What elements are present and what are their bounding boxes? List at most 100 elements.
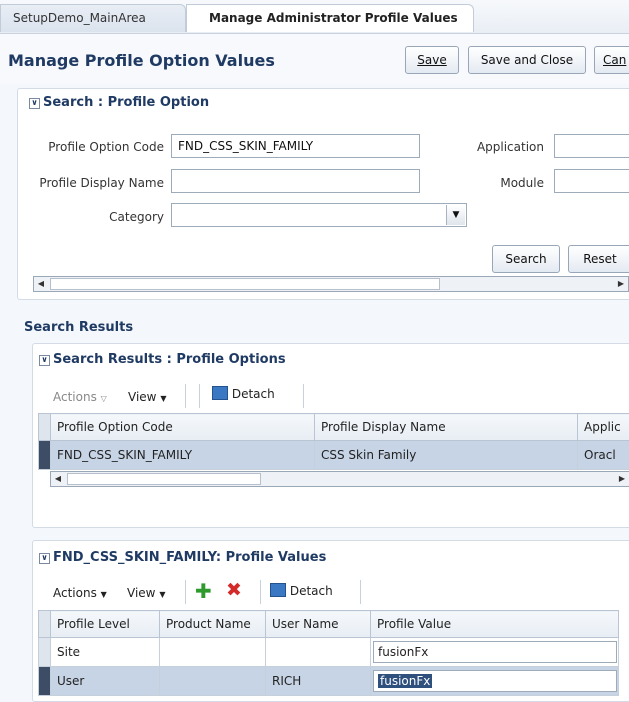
chevron-down-icon: ▼: [101, 590, 107, 599]
table-cell: CSS Skin Family: [315, 441, 578, 470]
detach-label: Detach: [232, 387, 275, 401]
application-input[interactable]: [554, 134, 629, 158]
column-header[interactable]: Profile Display Name: [315, 414, 578, 441]
column-header[interactable]: Profile Level: [51, 611, 160, 638]
table-header-row: Profile Option Code Profile Display Name…: [39, 414, 629, 441]
add-icon[interactable]: ✚: [195, 581, 212, 601]
row-marker: [39, 441, 51, 470]
scroll-left-icon[interactable]: ◀: [34, 277, 48, 291]
collapse-icon[interactable]: ∨: [39, 355, 50, 366]
column-header[interactable]: Product Name: [160, 611, 266, 638]
actions-menu[interactable]: Actions ▼: [53, 586, 107, 600]
profile-option-code-input[interactable]: FND_CSS_SKIN_FAMILY: [171, 134, 420, 158]
row-marker-header: [39, 611, 51, 638]
column-header[interactable]: Profile Option Code: [51, 414, 315, 441]
cancel-button[interactable]: Can: [594, 46, 629, 74]
profile-option-code-label: Profile Option Code: [20, 140, 164, 154]
view-menu[interactable]: View ▼: [128, 390, 166, 404]
toolbar-divider: [185, 580, 186, 604]
scrollbar-thumb[interactable]: [50, 278, 440, 290]
save-and-close-button[interactable]: Save and Close: [468, 46, 586, 74]
table-row[interactable]: FND_CSS_SKIN_FAMILY CSS Skin Family Orac…: [39, 441, 629, 470]
view-label: View: [128, 390, 156, 404]
search-results-panel-title-text: Search Results : Profile Options: [53, 352, 286, 367]
row-marker: [39, 667, 51, 696]
detach-icon: [212, 386, 228, 400]
chevron-down-icon: ▼: [160, 394, 166, 403]
table-cell: RICH: [266, 667, 371, 696]
profile-values-panel-title[interactable]: ∨FND_CSS_SKIN_FAMILY: Profile Values: [39, 550, 326, 565]
column-header[interactable]: Applic: [578, 414, 629, 441]
actions-label: Actions: [53, 586, 97, 600]
row-marker-header: [39, 414, 51, 441]
profile-options-table: Profile Option Code Profile Display Name…: [38, 413, 629, 470]
search-button[interactable]: Search: [492, 245, 560, 273]
collapse-icon[interactable]: ∨: [29, 98, 40, 109]
toolbar-divider: [199, 384, 200, 408]
dropdown-arrow-icon[interactable]: ▼: [446, 205, 465, 225]
table-row[interactable]: Site fusionFx: [39, 638, 619, 667]
table-cell: fusionFx: [371, 667, 619, 696]
profile-value-input[interactable]: fusionFx: [373, 670, 617, 692]
profile-values-title-text: FND_CSS_SKIN_FAMILY: Profile Values: [53, 550, 326, 565]
save-button-label: Save: [417, 53, 446, 67]
column-header[interactable]: Profile Value: [371, 611, 619, 638]
delete-icon[interactable]: ✖: [226, 580, 242, 600]
table-row[interactable]: User RICH fusionFx: [39, 667, 619, 696]
table-cell: User: [51, 667, 160, 696]
table-cell: [160, 638, 266, 667]
tab-setupdemo-mainarea[interactable]: SetupDemo_MainArea: [0, 4, 186, 32]
view-menu[interactable]: View ▼: [127, 586, 165, 600]
table-cell: Site: [51, 638, 160, 667]
detach-label: Detach: [290, 584, 333, 598]
row-marker: [39, 638, 51, 667]
toolbar-divider: [303, 384, 304, 408]
scrollbar-thumb[interactable]: [67, 473, 261, 485]
chevron-down-icon: ▼: [159, 590, 165, 599]
collapse-icon[interactable]: ∨: [39, 553, 50, 564]
table-cell: fusionFx: [371, 638, 619, 667]
detach-button[interactable]: Detach: [212, 386, 275, 401]
column-header[interactable]: User Name: [266, 611, 371, 638]
module-label: Module: [460, 176, 544, 190]
chevron-down-icon: ▽: [101, 394, 107, 403]
page-title: Manage Profile Option Values: [8, 51, 275, 70]
profile-value-input[interactable]: fusionFx: [373, 641, 617, 663]
module-input[interactable]: [554, 169, 629, 193]
table-cell: FND_CSS_SKIN_FAMILY: [51, 441, 315, 470]
scroll-right-icon[interactable]: ▶: [615, 472, 629, 486]
search-panel-scrollbar[interactable]: ◀ ▶: [33, 276, 629, 292]
results-table-scrollbar[interactable]: ◀ ▶: [50, 471, 629, 487]
application-label: Application: [460, 140, 544, 154]
reset-button[interactable]: Reset: [568, 245, 629, 273]
tab-strip: SetupDemo_MainArea Manage Administrator …: [0, 0, 629, 34]
category-label: Category: [20, 210, 164, 224]
table-cell: [266, 638, 371, 667]
table-header-row: Profile Level Product Name User Name Pro…: [39, 611, 619, 638]
toolbar-divider: [185, 384, 186, 408]
actions-label: Actions: [53, 390, 97, 404]
scroll-left-icon[interactable]: ◀: [51, 472, 65, 486]
toolbar-divider: [260, 580, 261, 604]
search-panel-title[interactable]: ∨Search : Profile Option: [29, 95, 209, 110]
search-results-heading: Search Results: [24, 320, 133, 335]
search-results-panel-title[interactable]: ∨Search Results : Profile Options: [39, 352, 286, 367]
profile-display-name-input[interactable]: [171, 169, 420, 193]
view-label: View: [127, 586, 155, 600]
category-select[interactable]: ▼: [171, 203, 467, 227]
actions-menu[interactable]: Actions ▽: [53, 390, 107, 404]
scroll-right-icon[interactable]: ▶: [614, 277, 628, 291]
save-and-close-label: Save and Close: [481, 53, 573, 67]
cancel-button-label: Can: [603, 53, 626, 67]
profile-values-table: Profile Level Product Name User Name Pro…: [38, 610, 619, 696]
detach-icon: [270, 583, 286, 597]
toolbar-divider: [360, 580, 361, 604]
table-cell: [160, 667, 266, 696]
tab-manage-administrator-profile-values[interactable]: Manage Administrator Profile Values: [186, 4, 474, 32]
detach-button[interactable]: Detach: [270, 583, 333, 598]
table-cell: Oracl: [578, 441, 629, 470]
selected-text: fusionFx: [378, 674, 432, 688]
search-panel-title-text: Search : Profile Option: [43, 95, 209, 110]
save-button[interactable]: Save: [405, 46, 459, 74]
profile-display-name-label: Profile Display Name: [10, 176, 164, 190]
